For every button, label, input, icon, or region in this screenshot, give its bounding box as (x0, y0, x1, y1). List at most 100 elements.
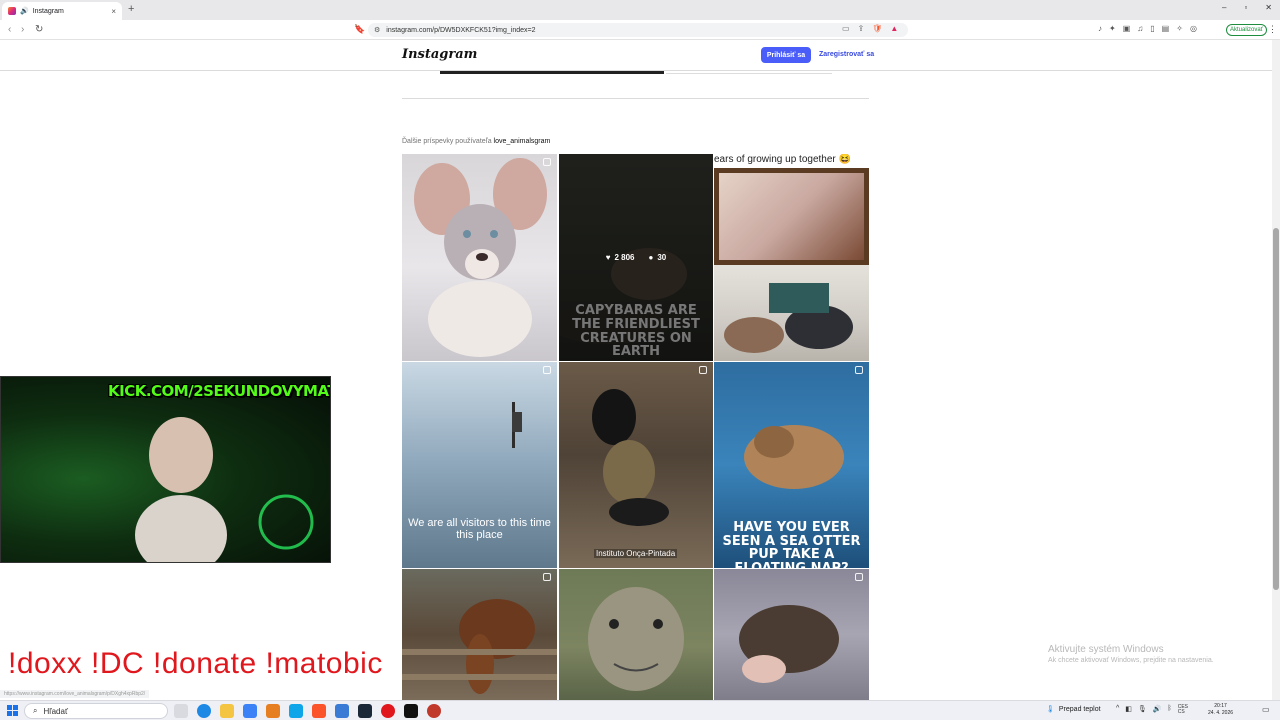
toolbar-icons: ♪ ✦ ▣ ♫ ▯ ▤ ✧ ◎ (1098, 24, 1197, 33)
recorder-icon[interactable] (427, 704, 441, 718)
close-window-button[interactable]: ✕ (1265, 3, 1272, 12)
signup-link[interactable]: Zaregistrovať sa (819, 51, 874, 58)
section-divider (402, 98, 869, 99)
brave-rewards-icon[interactable]: ▲ (890, 24, 898, 33)
comments-stat: ● 30 (649, 253, 667, 262)
comments-count: 30 (657, 253, 667, 262)
screenshot-icon[interactable]: ▣ (1123, 24, 1131, 33)
post-caption: ears of growing up together 😆 (714, 154, 851, 165)
tab-close-icon[interactable]: × (111, 7, 116, 16)
vpn-icon[interactable]: ◎ (1190, 24, 1197, 33)
tray-overflow-icon[interactable]: ^ (1116, 705, 1119, 715)
post-sea-otter[interactable]: HAVE YOU EVER SEEN A SEA OTTER PUP TAKE … (714, 362, 869, 568)
link-status-bar: https://www.instagram.com/love_animalsgr… (0, 690, 150, 698)
update-button[interactable]: Aktualizovať (1226, 24, 1267, 36)
kick-channel-label: KICK.COM/2SEKUNDOVYMATO (108, 382, 331, 400)
instagram-favicon-icon (8, 7, 16, 15)
reel-icon (855, 366, 863, 374)
chrome-icon[interactable] (266, 704, 280, 718)
post-growing-up-together[interactable]: ears of growing up together 😆 (714, 154, 869, 361)
streamer-webcam: KICK.COM/2SEKUNDOVYMATO (0, 376, 331, 563)
comment-area-divider (666, 73, 832, 74)
edge-icon[interactable] (197, 704, 211, 718)
instagram-header: Instagram Prihlásiť sa Zaregistrovať sa (0, 40, 1272, 71)
volume-icon[interactable]: 🔊 (1153, 705, 1162, 715)
url-field[interactable]: ⚙ instagram.com/p/DW5DXKFCK51?img_index=… (368, 23, 908, 37)
audio-icon[interactable]: ♪ (1098, 24, 1102, 33)
network-icon[interactable]: ◧ (1125, 705, 1132, 715)
taskbar-clock[interactable]: 20:17 24. 4. 2026 (1208, 703, 1233, 717)
clock-date: 24. 4. 2026 (1208, 709, 1234, 716)
framed-photo-baby-dog (714, 168, 869, 265)
tab-instagram[interactable]: 🔊 Instagram × (2, 2, 122, 20)
share-icon[interactable]: ⇪ (858, 24, 865, 33)
mic-icon[interactable]: 🎙 (1138, 705, 1147, 715)
weather-widget[interactable]: 🌡 Prepad teplot (1046, 705, 1101, 714)
post-capybara[interactable]: CAPYBARAS ARE THE FRIENDLIEST CREATURES … (559, 154, 713, 361)
comment-bubble-icon: ● (648, 253, 654, 262)
brave-shields-icon[interactable]: 🛡 (872, 24, 882, 33)
taskbar-apps (174, 704, 441, 718)
forward-arrow-icon[interactable]: › (21, 24, 24, 35)
page-scrollbar-thumb[interactable] (1273, 228, 1279, 590)
bluetooth-icon[interactable]: ᛒ (1168, 705, 1172, 715)
more-posts-username[interactable]: love_animalsgram (494, 138, 551, 145)
instagram-logo[interactable]: Instagram (402, 47, 477, 62)
cast-icon[interactable]: ▭ (842, 24, 850, 33)
login-button[interactable]: Prihlásiť sa (761, 47, 811, 63)
steam-icon[interactable] (358, 704, 372, 718)
speaker-icon[interactable]: 🔊 (20, 7, 29, 15)
post-tortoise[interactable] (559, 569, 713, 700)
more-posts-prefix: Ďalšie príspevky používateľa (402, 138, 492, 145)
windows-activation-watermark: Aktivujte systém Windows Ak chcete aktiv… (1048, 644, 1214, 664)
likes-stat: ♥ 2 806 (606, 253, 635, 262)
post-bear-tortoise[interactable]: Instituto Onça-Pintada (559, 362, 713, 568)
likes-count: 2 806 (614, 253, 635, 262)
search-icon: ⌕ (33, 706, 38, 715)
corgi-puppy-image (414, 158, 547, 357)
clock-time: 20:17 (1214, 703, 1227, 709)
mail-icon[interactable] (289, 704, 303, 718)
store-icon[interactable] (243, 704, 257, 718)
back-arrow-icon[interactable]: ‹ (8, 24, 11, 35)
post-caption: HAVE YOU EVER SEEN A SEA OTTER PUP TAKE … (722, 520, 861, 568)
bookmark-icon[interactable]: 🔖 (354, 24, 365, 35)
weather-text: Prepad teplot (1058, 705, 1101, 713)
extensions-icon[interactable]: ✦ (1109, 24, 1116, 33)
stream-commands-overlay: !doxx !DC !donate !matobic (8, 647, 383, 680)
music-icon[interactable]: ♫ (1137, 24, 1143, 33)
streamer-figure (135, 417, 227, 562)
post-corgi-puppy[interactable] (402, 154, 557, 361)
task-view-icon[interactable] (174, 704, 188, 718)
brave-icon[interactable] (312, 704, 326, 718)
file-explorer-icon[interactable] (220, 704, 234, 718)
start-button[interactable] (7, 705, 18, 716)
post-otter-sleeping[interactable] (714, 569, 869, 700)
notifications-icon[interactable]: ▭ (1262, 705, 1270, 714)
post-ice-walker[interactable]: We are all visitors to this time this pl… (402, 362, 557, 568)
taskbar-search[interactable]: ⌕ Hľadať (24, 703, 168, 719)
leo-icon[interactable]: ✧ (1176, 24, 1183, 33)
maximize-button[interactable]: ▫ (1244, 3, 1247, 12)
site-info-icon[interactable]: ⚙ (374, 26, 380, 34)
wallet-icon[interactable]: ▤ (1162, 24, 1170, 33)
activate-title: Aktivujte systém Windows (1048, 644, 1164, 655)
chair-green-light (258, 494, 314, 550)
new-tab-button[interactable]: + (128, 3, 134, 15)
sidebar-icon[interactable]: ▯ (1150, 24, 1154, 33)
post-horse[interactable] (402, 569, 557, 700)
lang-secondary: CS (1177, 709, 1185, 715)
bear-tortoise-image (592, 389, 669, 526)
url-text: instagram.com/p/DW5DXKFCK51?img_index=2 (386, 26, 536, 34)
lang-indicator[interactable]: CES CS (1178, 705, 1188, 715)
horse-image (402, 599, 557, 694)
minimize-button[interactable]: – (1222, 3, 1226, 12)
obs-icon[interactable] (404, 704, 418, 718)
reload-icon[interactable]: ↻ (35, 24, 43, 35)
browser-menu-icon[interactable]: ⋮ (1268, 24, 1277, 35)
opera-icon[interactable] (381, 704, 395, 718)
address-bar-row: ‹ › ↻ 🔖 ⚙ instagram.com/p/DW5DXKFCK51?im… (0, 20, 1280, 40)
reel-icon (855, 573, 863, 581)
post-image-bottom-edge (440, 71, 664, 74)
app-icon[interactable] (335, 704, 349, 718)
